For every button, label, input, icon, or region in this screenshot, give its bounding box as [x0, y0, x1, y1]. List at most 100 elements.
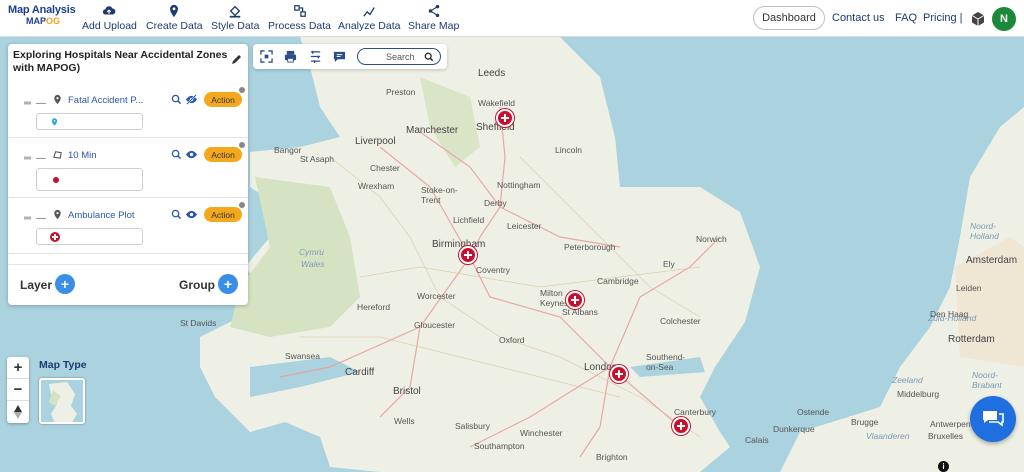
nav-create-data[interactable]: Create Data — [146, 4, 203, 32]
map-type-thumbnail[interactable] — [39, 378, 85, 424]
eye-off-icon[interactable] — [185, 94, 198, 105]
place-label: Bangor — [274, 145, 302, 155]
place-label: Middelburg — [897, 389, 940, 399]
place-label: Manchester — [406, 125, 459, 136]
avatar[interactable]: N — [992, 7, 1016, 31]
hospital-marker[interactable] — [672, 417, 690, 435]
comment-icon[interactable] — [333, 50, 346, 63]
action-button[interactable]: Action — [204, 92, 242, 107]
nav-label: Create Data — [146, 20, 203, 32]
place-label: Peterborough — [564, 242, 616, 252]
app-subtitle: MAPOG — [26, 16, 61, 26]
nav-label: Add Upload — [82, 20, 137, 32]
layer-legend[interactable] — [36, 168, 143, 191]
zoom-to-layer-icon[interactable] — [171, 94, 182, 105]
point-layer-icon — [54, 209, 61, 220]
fullscreen-icon[interactable] — [260, 50, 273, 63]
place-label: Dunkerque — [773, 424, 815, 434]
status-dot — [239, 202, 245, 208]
place-label: Wrexham — [358, 181, 395, 191]
zoom-in-button[interactable]: + — [7, 357, 29, 379]
layer-name[interactable]: Ambulance Plot — [68, 210, 135, 221]
zoom-to-layer-icon[interactable] — [171, 209, 182, 220]
contact-link[interactable]: Contact us — [832, 12, 885, 24]
place-label: Coventry — [476, 265, 511, 275]
drag-handle-icon[interactable]: ═ — — [24, 98, 47, 109]
pricing-link[interactable]: Pricing | — [923, 12, 963, 24]
measure-icon[interactable] — [309, 50, 322, 63]
nav-label: Analyze Data — [338, 20, 401, 32]
layer-name[interactable]: Fatal Accident P... — [68, 95, 143, 106]
hospital-marker[interactable] — [459, 246, 477, 264]
zoom-out-button[interactable]: − — [7, 379, 29, 401]
nav-add-upload[interactable]: Add Upload — [82, 4, 137, 32]
layer-row[interactable]: ═ — Ambulance Plot Action — [8, 198, 248, 254]
eye-icon[interactable] — [185, 149, 198, 160]
cube-icon[interactable] — [970, 11, 986, 27]
hospital-marker[interactable] — [610, 365, 628, 383]
app-logo[interactable]: Map Analysis MAPOG — [8, 4, 76, 26]
drag-handle-icon[interactable]: ═ — — [24, 153, 47, 164]
layer-label: Layer — [20, 278, 53, 292]
nav-process-data[interactable]: Process Data — [268, 4, 331, 32]
process-icon — [293, 5, 306, 17]
place-label: Southampton — [474, 441, 525, 451]
action-button[interactable]: Action — [204, 207, 242, 222]
status-dot — [239, 87, 245, 93]
place-label: Calais — [745, 435, 769, 445]
add-layer-button[interactable]: + — [55, 274, 75, 294]
eye-icon[interactable] — [185, 209, 198, 220]
point-layer-icon — [54, 94, 61, 105]
layer-legend[interactable] — [36, 113, 143, 130]
share-icon — [428, 4, 439, 18]
dashboard-button[interactable]: Dashboard — [753, 6, 825, 30]
hospital-marker[interactable] — [566, 291, 584, 309]
place-label: Zeeland — [892, 375, 923, 385]
panel-footer: Layer + Group + — [8, 264, 248, 305]
place-label: Gloucester — [414, 320, 456, 330]
drag-handle-icon[interactable]: ═ — — [24, 213, 47, 224]
place-label: Winchester — [520, 428, 563, 438]
search-icon — [424, 52, 434, 62]
polygon-layer-icon — [53, 151, 62, 159]
place-label: Southend-on-Sea — [646, 352, 686, 372]
print-icon[interactable] — [284, 50, 297, 63]
pencil-icon[interactable] — [231, 53, 243, 65]
search-label: Search — [386, 51, 415, 62]
place-label: Derby — [484, 198, 507, 208]
place-label: St Asaph — [300, 154, 335, 164]
layer-legend[interactable] — [36, 228, 143, 245]
compass-button[interactable] — [7, 401, 29, 423]
paint-bucket-icon — [229, 5, 241, 18]
nav-style-data[interactable]: Style Data — [211, 4, 259, 32]
layer-name[interactable]: 10 Min — [68, 150, 97, 161]
place-label: Amsterdam — [966, 255, 1018, 266]
map-type-label: Map Type — [39, 359, 87, 371]
place-label: Den Haag — [930, 309, 969, 319]
add-group-button[interactable]: + — [218, 274, 238, 294]
place-label: Cambridge — [597, 276, 639, 286]
place-label: Wales — [301, 259, 325, 269]
app-title: Map Analysis — [8, 4, 76, 16]
place-label: Stoke-on-Trent — [421, 185, 458, 205]
action-button[interactable]: Action — [204, 147, 242, 162]
search-input[interactable]: Search — [357, 48, 441, 65]
place-label: Birmingham — [432, 239, 486, 250]
zoom-to-layer-icon[interactable] — [171, 149, 182, 160]
nav-share-map[interactable]: Share Map — [408, 4, 459, 32]
layer-row[interactable]: ═ — 10 Min Action — [8, 138, 248, 198]
hospital-marker[interactable] — [496, 109, 514, 127]
info-icon[interactable]: i — [938, 461, 949, 472]
place-label: Wakefield — [478, 98, 516, 108]
chat-button[interactable] — [970, 396, 1016, 442]
nav-analyze-data[interactable]: Analyze Data — [338, 4, 400, 32]
group-label: Group — [179, 278, 215, 292]
analyze-icon — [363, 7, 376, 17]
layer-row[interactable]: ═ — Fatal Accident P... Action — [8, 83, 248, 138]
nav-label: Process Data — [268, 20, 332, 32]
hospital-cross-icon — [50, 232, 60, 242]
pin-icon — [170, 4, 179, 18]
layer-panel: Exploring Hospitals Near Accidental Zone… — [8, 44, 248, 305]
place-label: Nottingham — [497, 180, 541, 190]
faq-link[interactable]: FAQ — [895, 12, 917, 24]
